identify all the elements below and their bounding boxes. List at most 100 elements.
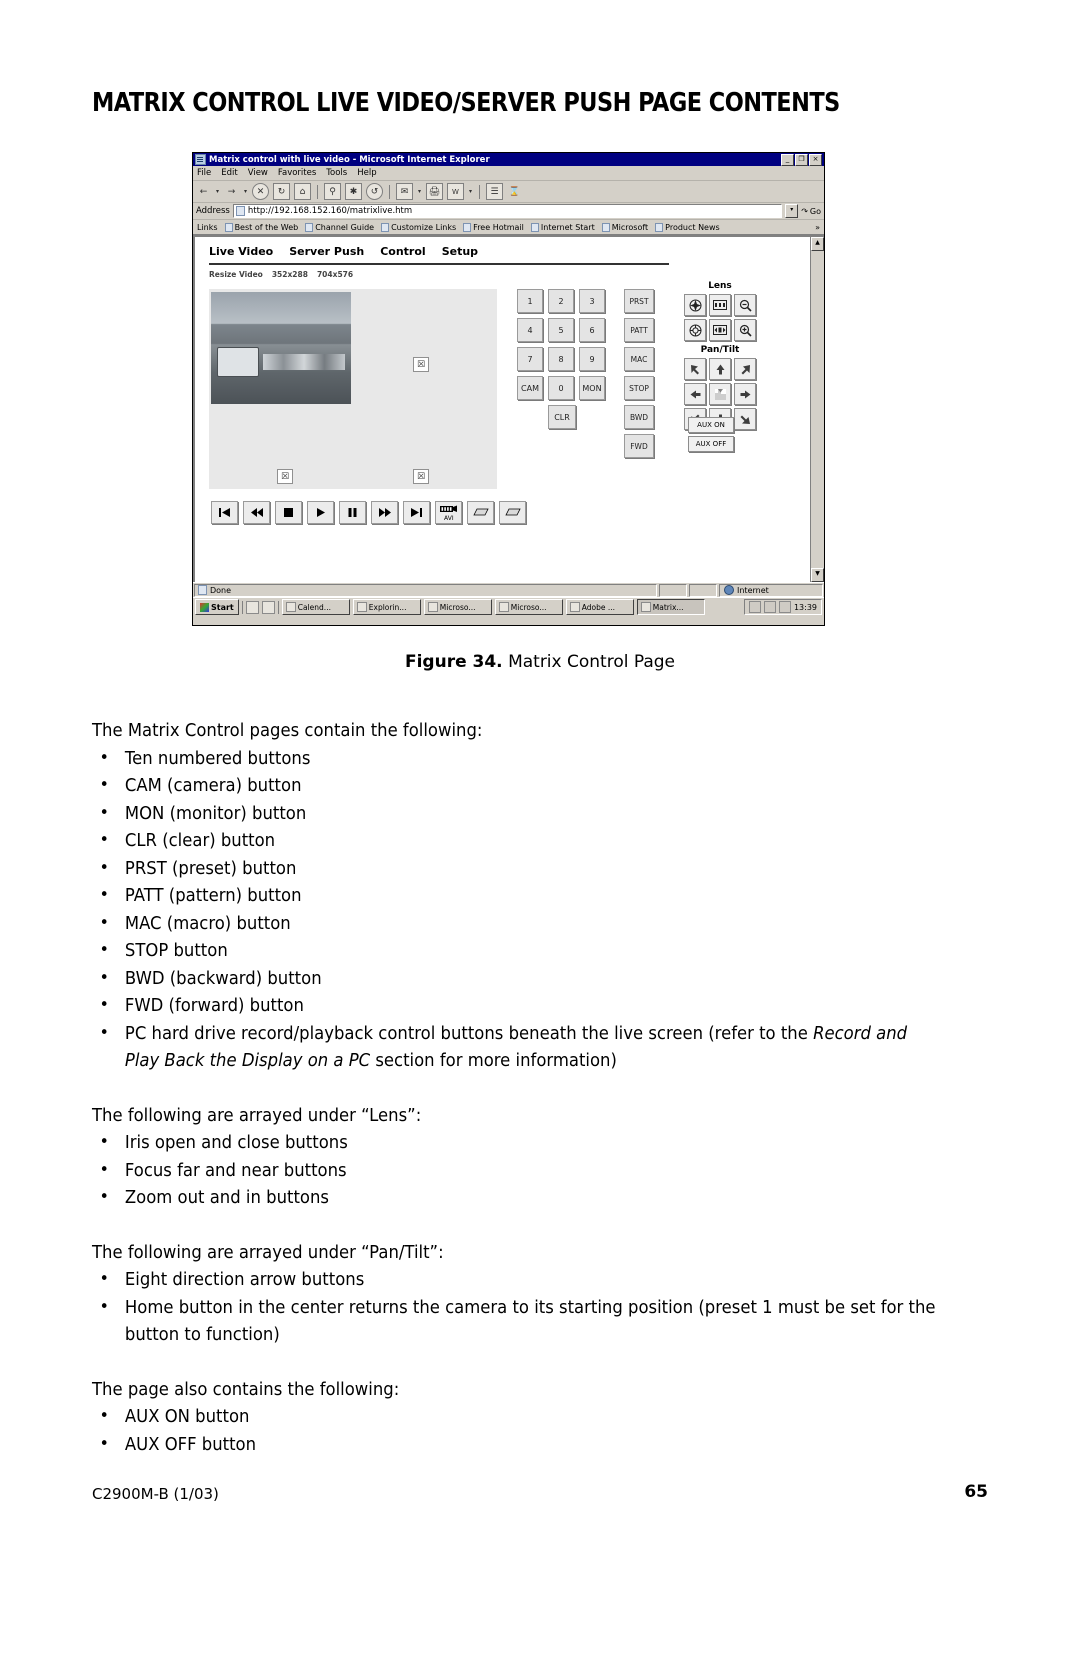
arrow-left-icon[interactable] [684, 383, 706, 405]
stop-icon[interactable]: ✕ [252, 183, 269, 200]
resize-option-704x576[interactable]: 704x576 [317, 270, 353, 279]
pause-icon[interactable] [339, 501, 366, 524]
forward-dropdown-icon[interactable]: ▾ [243, 184, 248, 199]
scroll-down-button[interactable]: ▼ [811, 568, 824, 582]
back-icon[interactable]: ← [196, 184, 211, 199]
menu-favorites[interactable]: Favorites [278, 168, 316, 178]
open-folder-icon[interactable] [467, 501, 494, 524]
rewind-icon[interactable] [243, 501, 270, 524]
link-free-hotmail[interactable]: Free Hotmail [463, 222, 524, 232]
home-icon[interactable]: ⌂ [294, 183, 311, 200]
play-icon[interactable] [307, 501, 334, 524]
prst-button[interactable]: PRST [624, 289, 654, 313]
volume-icon[interactable] [763, 601, 776, 613]
launch-ie-icon[interactable] [261, 600, 275, 614]
nav-control[interactable]: Control [380, 245, 425, 258]
keypad-button-1[interactable]: 1 [517, 289, 543, 313]
mail-dropdown-icon[interactable]: ▾ [417, 184, 422, 199]
display-icon[interactable] [778, 601, 791, 613]
arrow-up-icon[interactable] [709, 358, 731, 380]
keypad-button-0[interactable]: 0 [548, 376, 574, 400]
menu-tools[interactable]: Tools [326, 168, 347, 178]
keypad-button-2[interactable]: 2 [548, 289, 574, 313]
fwd-button[interactable]: FWD [624, 434, 654, 458]
arrow-up-right-icon[interactable] [734, 358, 756, 380]
taskbar-item-exploring[interactable]: Explorin... [352, 599, 421, 615]
skip-end-icon[interactable] [403, 501, 430, 524]
nav-server-push[interactable]: Server Push [289, 245, 364, 258]
back-dropdown-icon[interactable]: ▾ [215, 184, 220, 199]
favorites-icon[interactable]: ✱ [345, 183, 362, 200]
resize-option-352x288[interactable]: 352x288 [272, 270, 308, 279]
link-product-news[interactable]: Product News [655, 222, 720, 232]
arrow-right-icon[interactable] [734, 383, 756, 405]
aux-on-button[interactable]: AUX ON [688, 417, 734, 433]
zoom-in-icon[interactable] [734, 319, 756, 341]
messenger-icon[interactable]: ⌛ [507, 184, 522, 199]
open-folder-2-icon[interactable] [499, 501, 526, 524]
taskbar-item-microsoft-1[interactable]: Microso... [423, 599, 492, 615]
keypad-button-8[interactable]: 8 [548, 347, 574, 371]
taskbar-item-matrix[interactable]: Matrix... [636, 599, 705, 615]
taskbar-item-adobe[interactable]: Adobe ... [565, 599, 634, 615]
edit-dropdown-icon[interactable]: ▾ [468, 184, 473, 199]
patt-button[interactable]: PATT [624, 318, 654, 342]
discuss-icon[interactable]: ☰ [486, 183, 503, 200]
vertical-scrollbar[interactable]: ▲ ▼ [810, 237, 824, 582]
forward-icon[interactable]: → [224, 184, 239, 199]
menu-view[interactable]: View [248, 168, 268, 178]
scroll-up-button[interactable]: ▲ [811, 237, 824, 251]
home-position-icon[interactable] [709, 383, 731, 405]
refresh-icon[interactable]: ↻ [273, 183, 290, 200]
keypad-button-3[interactable]: 3 [579, 289, 605, 313]
stop-button[interactable]: STOP [624, 376, 654, 400]
start-button[interactable]: Start [195, 599, 239, 615]
maximize-button[interactable]: ❐ [795, 153, 808, 166]
aux-off-button[interactable]: AUX OFF [688, 436, 734, 452]
taskbar-clock[interactable]: 13:39 [794, 603, 817, 612]
mac-button[interactable]: MAC [624, 347, 654, 371]
taskbar-item-microsoft-2[interactable]: Microso... [494, 599, 563, 615]
keypad-button-5[interactable]: 5 [548, 318, 574, 342]
nav-setup[interactable]: Setup [442, 245, 478, 258]
arrow-up-left-icon[interactable] [684, 358, 706, 380]
keypad-button-6[interactable]: 6 [579, 318, 605, 342]
print-icon[interactable]: 🖨 [426, 183, 443, 200]
skip-start-icon[interactable] [211, 501, 238, 524]
arrow-down-right-icon[interactable] [734, 408, 756, 430]
fast-forward-icon[interactable] [371, 501, 398, 524]
link-microsoft[interactable]: Microsoft [601, 222, 648, 232]
links-overflow-icon[interactable]: » [815, 223, 820, 232]
menu-file[interactable]: File [197, 168, 211, 178]
history-icon[interactable]: ↺ [366, 183, 383, 200]
search-icon[interactable]: ⚲ [324, 183, 341, 200]
focus-far-icon[interactable] [709, 294, 731, 316]
link-customize-links[interactable]: Customize Links [381, 222, 456, 232]
network-icon[interactable] [748, 601, 761, 613]
iris-open-icon[interactable] [684, 294, 706, 316]
link-channel-guide[interactable]: Channel Guide [305, 222, 374, 232]
menu-help[interactable]: Help [357, 168, 376, 178]
link-best-of-the-web[interactable]: Best of the Web [224, 222, 298, 232]
keypad-button-4[interactable]: 4 [517, 318, 543, 342]
show-desktop-icon[interactable] [245, 600, 259, 614]
stop-icon[interactable] [275, 501, 302, 524]
record-avi-icon[interactable]: AVI [435, 501, 462, 524]
zoom-out-icon[interactable] [734, 294, 756, 316]
minimize-button[interactable]: _ [781, 153, 794, 166]
edit-icon[interactable]: W [447, 183, 464, 200]
bwd-button[interactable]: BWD [624, 405, 654, 429]
keypad-button-9[interactable]: 9 [579, 347, 605, 371]
menu-edit[interactable]: Edit [221, 168, 237, 178]
address-dropdown-icon[interactable]: ▾ [785, 204, 799, 218]
cam-button[interactable]: CAM [517, 376, 543, 400]
focus-near-icon[interactable] [709, 319, 731, 341]
go-button[interactable]: ↷ Go [801, 207, 821, 216]
address-input[interactable]: http://192.168.152.160/matrixlive.htm [232, 204, 783, 218]
nav-live-video[interactable]: Live Video [209, 245, 273, 258]
keypad-button-7[interactable]: 7 [517, 347, 543, 371]
mon-button[interactable]: MON [579, 376, 605, 400]
iris-close-icon[interactable] [684, 319, 706, 341]
close-button[interactable]: × [809, 153, 822, 166]
taskbar-item-calendar[interactable]: Calend... [281, 599, 350, 615]
